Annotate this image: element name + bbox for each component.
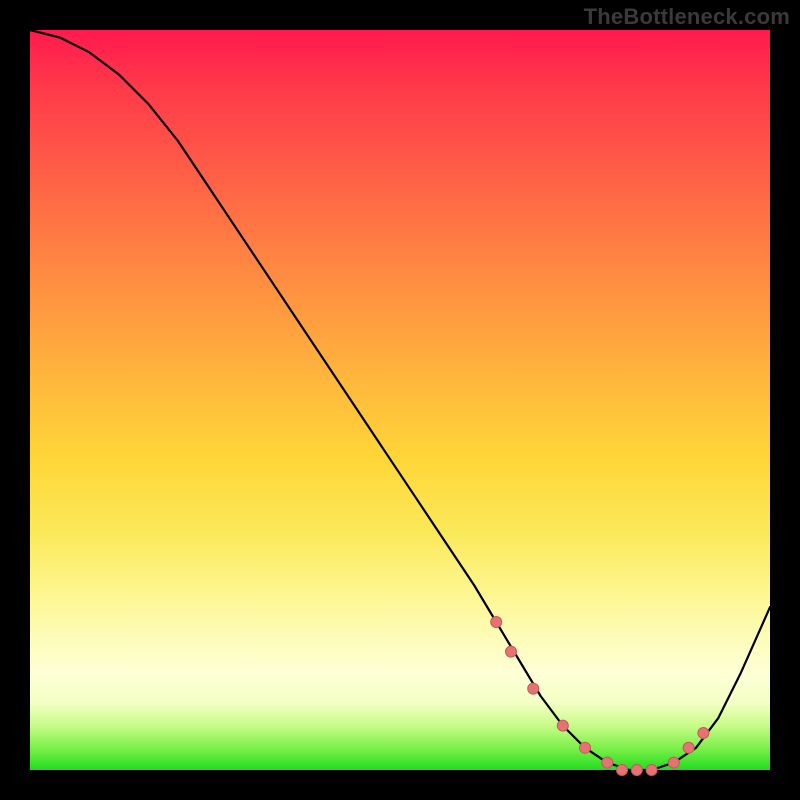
highlight-dot [668, 757, 679, 768]
curve-svg [30, 30, 770, 770]
highlight-dot [557, 720, 568, 731]
highlight-dot [698, 728, 709, 739]
plot-area [30, 30, 770, 770]
watermark-text: TheBottleneck.com [584, 4, 790, 30]
highlight-dot [617, 765, 628, 776]
chart-frame: TheBottleneck.com [0, 0, 800, 800]
bottleneck-curve [30, 30, 770, 770]
highlight-dots-group [491, 617, 709, 776]
highlight-dot [528, 683, 539, 694]
highlight-dot [646, 765, 657, 776]
highlight-dot [506, 646, 517, 657]
highlight-dot [602, 757, 613, 768]
highlight-dot [580, 742, 591, 753]
highlight-dot [491, 617, 502, 628]
highlight-dot [683, 742, 694, 753]
highlight-dot [631, 765, 642, 776]
